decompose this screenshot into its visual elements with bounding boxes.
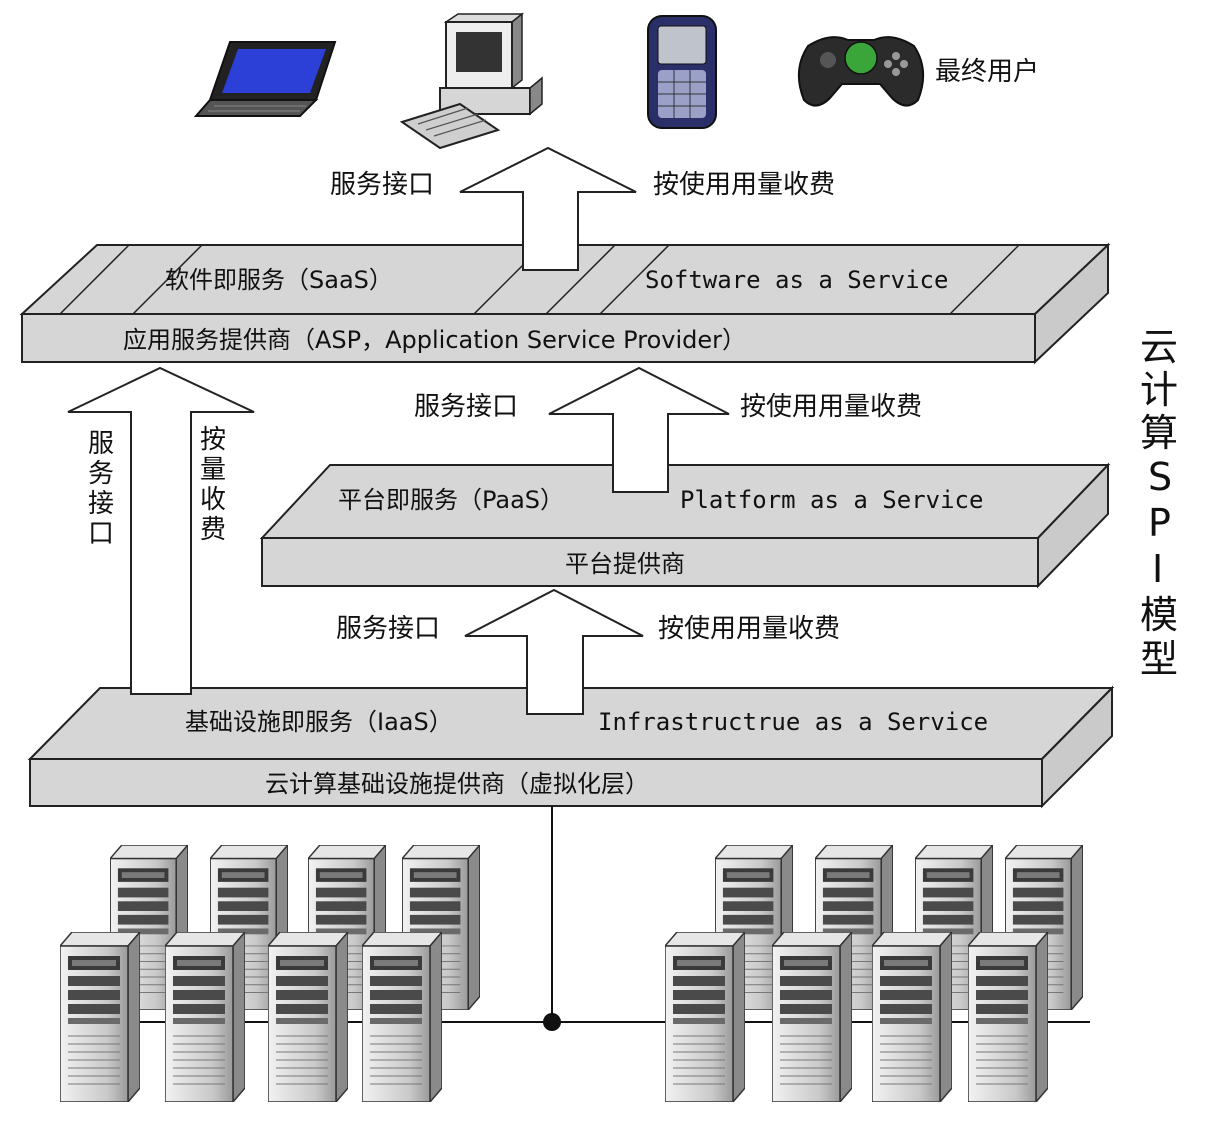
bypass-right-char: 按 [200, 425, 226, 455]
laptop-icon [193, 41, 337, 117]
iaas-title-cn: 基础设施即服务（IaaS） [185, 708, 453, 736]
gamepad-icon [797, 36, 925, 107]
paas-layer: 平台即服务（PaaS） Platform as a Service 平台提供商 [259, 462, 1111, 589]
model-title-char: S [1148, 455, 1172, 499]
iaas-provider-label: 云计算基础设施提供商（虚拟化层） [265, 770, 649, 798]
bypass-left-char: 接 [88, 489, 114, 519]
saas-title-cn: 软件即服务（SaaS） [165, 266, 393, 294]
saas-provider-label: 应用服务提供商（ASP，Application Service Provider… [123, 326, 746, 354]
arrow-left-label: 服务接口 [336, 614, 440, 644]
server-tower-icon [165, 932, 245, 1102]
smartphone-icon [647, 15, 717, 129]
model-title: 云 计 算 S P I 模 型 [1140, 325, 1178, 681]
arrow-right-label: 按使用用量收费 [740, 392, 922, 422]
server-tower-icon [362, 932, 442, 1102]
arrow-iaas-to-saas: 服 务 接 口 按 量 收 费 [67, 366, 255, 695]
server-network [60, 806, 1090, 1102]
end-user-devices: 最终用户 [193, 12, 1039, 150]
arrow-right-label: 按使用用量收费 [653, 170, 835, 200]
arrow-left-label: 服务接口 [330, 170, 434, 200]
server-tower-icon [968, 932, 1048, 1102]
desktop-computer-icon [399, 12, 543, 150]
iaas-title-en: Infrastructrue as a Service [598, 708, 988, 736]
model-title-char: P [1148, 501, 1171, 545]
end-user-label: 最终用户 [935, 57, 1039, 87]
server-tower-icon [772, 932, 852, 1102]
server-tower-icon [872, 932, 952, 1102]
bypass-left-char: 服 [88, 429, 114, 459]
bypass-left-char: 务 [88, 459, 114, 489]
paas-provider-label: 平台提供商 [565, 550, 685, 578]
server-tower-icon [665, 932, 745, 1102]
model-title-char: 算 [1140, 411, 1178, 455]
arrow-right-label: 按使用用量收费 [658, 614, 840, 644]
saas-title-en: Software as a Service [645, 266, 948, 294]
model-title-char: 计 [1140, 368, 1178, 412]
server-tower-icon [268, 932, 348, 1102]
paas-title-en: Platform as a Service [680, 486, 983, 514]
arrow-left-label: 服务接口 [414, 392, 518, 422]
paas-title-cn: 平台即服务（PaaS） [338, 486, 564, 514]
bypass-right-char: 费 [200, 515, 226, 545]
model-title-char: I [1152, 547, 1163, 591]
model-title-char: 云 [1140, 325, 1178, 369]
bypass-right-char: 量 [200, 455, 226, 485]
cloud-spi-diagram: 最终用户 软件即服务（SaaS） Software as a Service 应… [19, 12, 1178, 1102]
model-title-char: 模 [1140, 593, 1178, 637]
bypass-right-char: 收 [200, 485, 226, 515]
server-tower-icon [60, 932, 140, 1102]
model-title-char: 型 [1140, 637, 1178, 681]
network-junction [543, 1013, 561, 1031]
bypass-left-char: 口 [88, 519, 114, 549]
